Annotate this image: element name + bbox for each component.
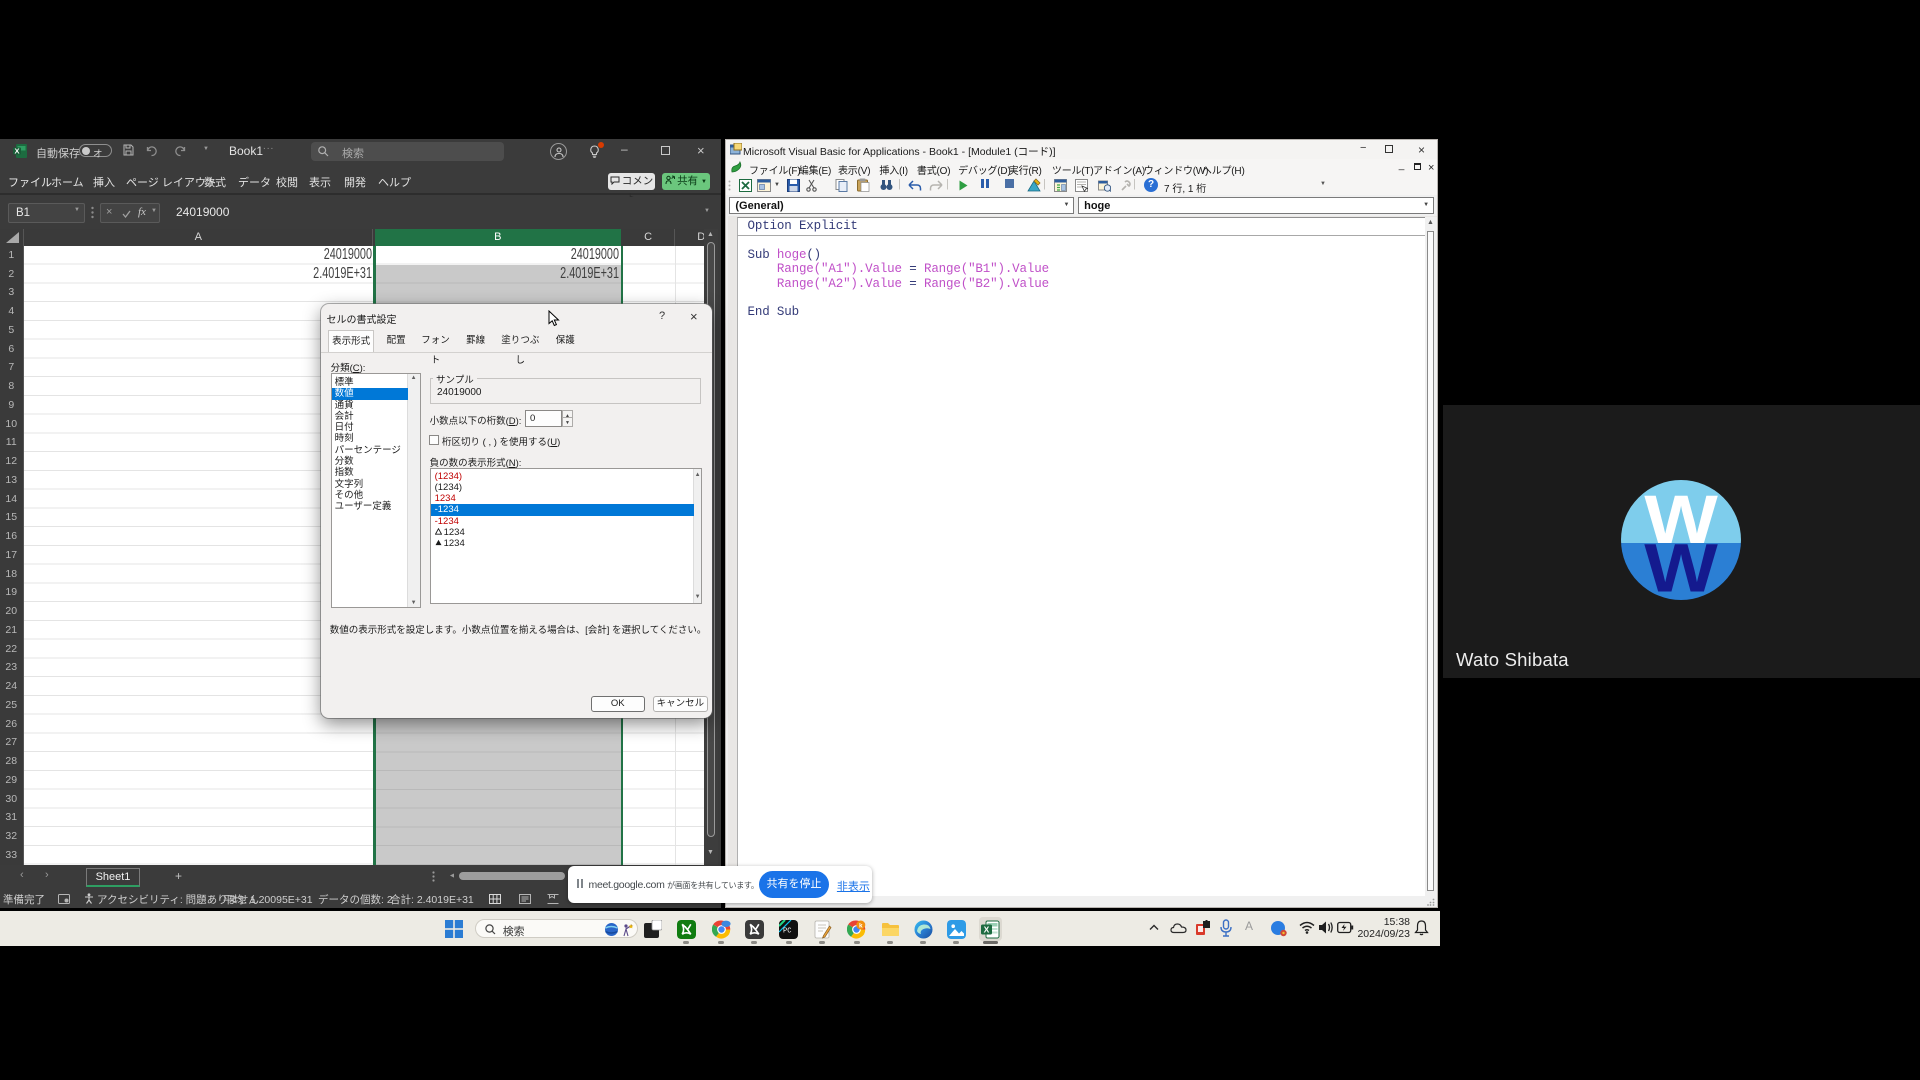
svg-text:PC: PC — [783, 928, 791, 936]
svg-text:X: X — [14, 146, 19, 155]
svg-text:k: k — [859, 922, 863, 929]
svg-text:W: W — [1644, 528, 1718, 599]
svg-text:X: X — [984, 924, 990, 934]
